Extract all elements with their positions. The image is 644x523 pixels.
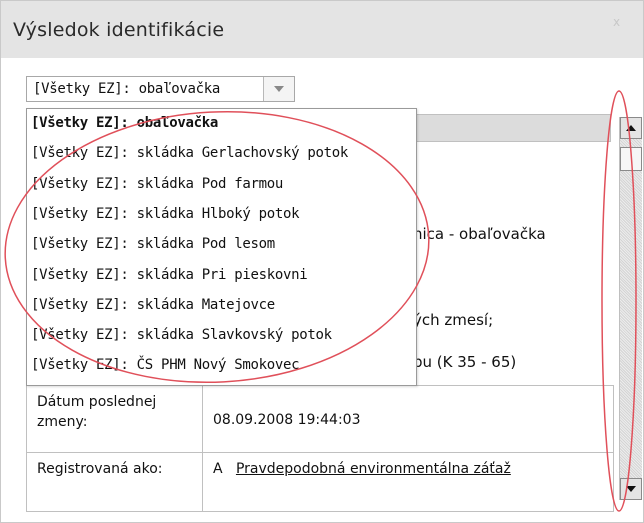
last-change-value: 08.09.2008 19:44:03 <box>213 412 361 428</box>
arrow-up-icon <box>626 125 636 131</box>
ez-dropdown-list: [Všetky EZ]: obaľovačka [Všetky EZ]: sklá… <box>26 108 417 386</box>
dropdown-option[interactable]: [Všetky EZ]: skládka Hlboký potok <box>31 206 300 222</box>
dialog-titlebar[interactable]: Výsledok identifikácie x <box>1 1 643 58</box>
registered-label: Registrovaná ako: <box>37 461 163 477</box>
registered-link[interactable]: Pravdepodobná environmentálna záťaž <box>236 461 511 477</box>
dropdown-option[interactable]: [Všetky EZ]: skládka Pri pieskovni <box>31 267 308 283</box>
scroll-thumb[interactable] <box>620 147 642 171</box>
dialog-title: Výsledok identifikácie <box>13 19 225 41</box>
registered-label-cell: Registrovaná ako: <box>26 452 203 512</box>
content-scrollbar[interactable] <box>619 117 642 500</box>
dropdown-option[interactable]: [Všetky EZ]: skládka Gerlachovský potok <box>31 145 348 161</box>
registered-value-cell: A Pravdepodobná environmentálna záťaž <box>202 452 614 512</box>
content-fragment: pu (K 35 - 65) <box>413 353 517 371</box>
registered-code: A <box>213 461 223 477</box>
dropdown-option[interactable]: [Všetky EZ]: ČS PHM Nový Smokovec <box>31 357 300 373</box>
ez-select[interactable]: [Všetky EZ]: obaľovačka <box>26 76 295 102</box>
scroll-up-button[interactable] <box>620 117 642 139</box>
dropdown-option[interactable]: [Všetky EZ]: skládka Matejovce <box>31 297 275 313</box>
dropdown-option[interactable]: [Všetky EZ]: obaľovačka <box>31 115 218 131</box>
chevron-down-icon <box>274 86 284 92</box>
identification-result-dialog: Výsledok identifikácie x nica - obaľovač… <box>0 0 644 523</box>
dropdown-option[interactable]: [Všetky EZ]: skládka Pod lesom <box>31 236 275 252</box>
dropdown-option[interactable]: [Všetky EZ]: skládka Pod farmou <box>31 176 283 192</box>
arrow-down-icon <box>626 486 636 492</box>
last-change-label-cell: Dátum poslednej zmeny: <box>26 385 203 453</box>
ez-select-value: [Všetky EZ]: obaľovačka <box>33 81 220 97</box>
last-change-label: Dátum poslednej zmeny: <box>37 394 157 430</box>
content-fragment: nica - obaľovačka <box>413 225 546 243</box>
content-fragment: ých zmesí; <box>413 311 494 329</box>
dropdown-option[interactable]: [Všetky EZ]: skládka Slavkovský potok <box>31 327 332 343</box>
select-toggle-button[interactable] <box>263 77 294 101</box>
last-change-value-cell: 08.09.2008 19:44:03 <box>202 385 614 453</box>
close-icon[interactable]: x <box>613 15 620 29</box>
content-header <box>413 114 611 142</box>
scroll-down-button[interactable] <box>620 478 642 500</box>
